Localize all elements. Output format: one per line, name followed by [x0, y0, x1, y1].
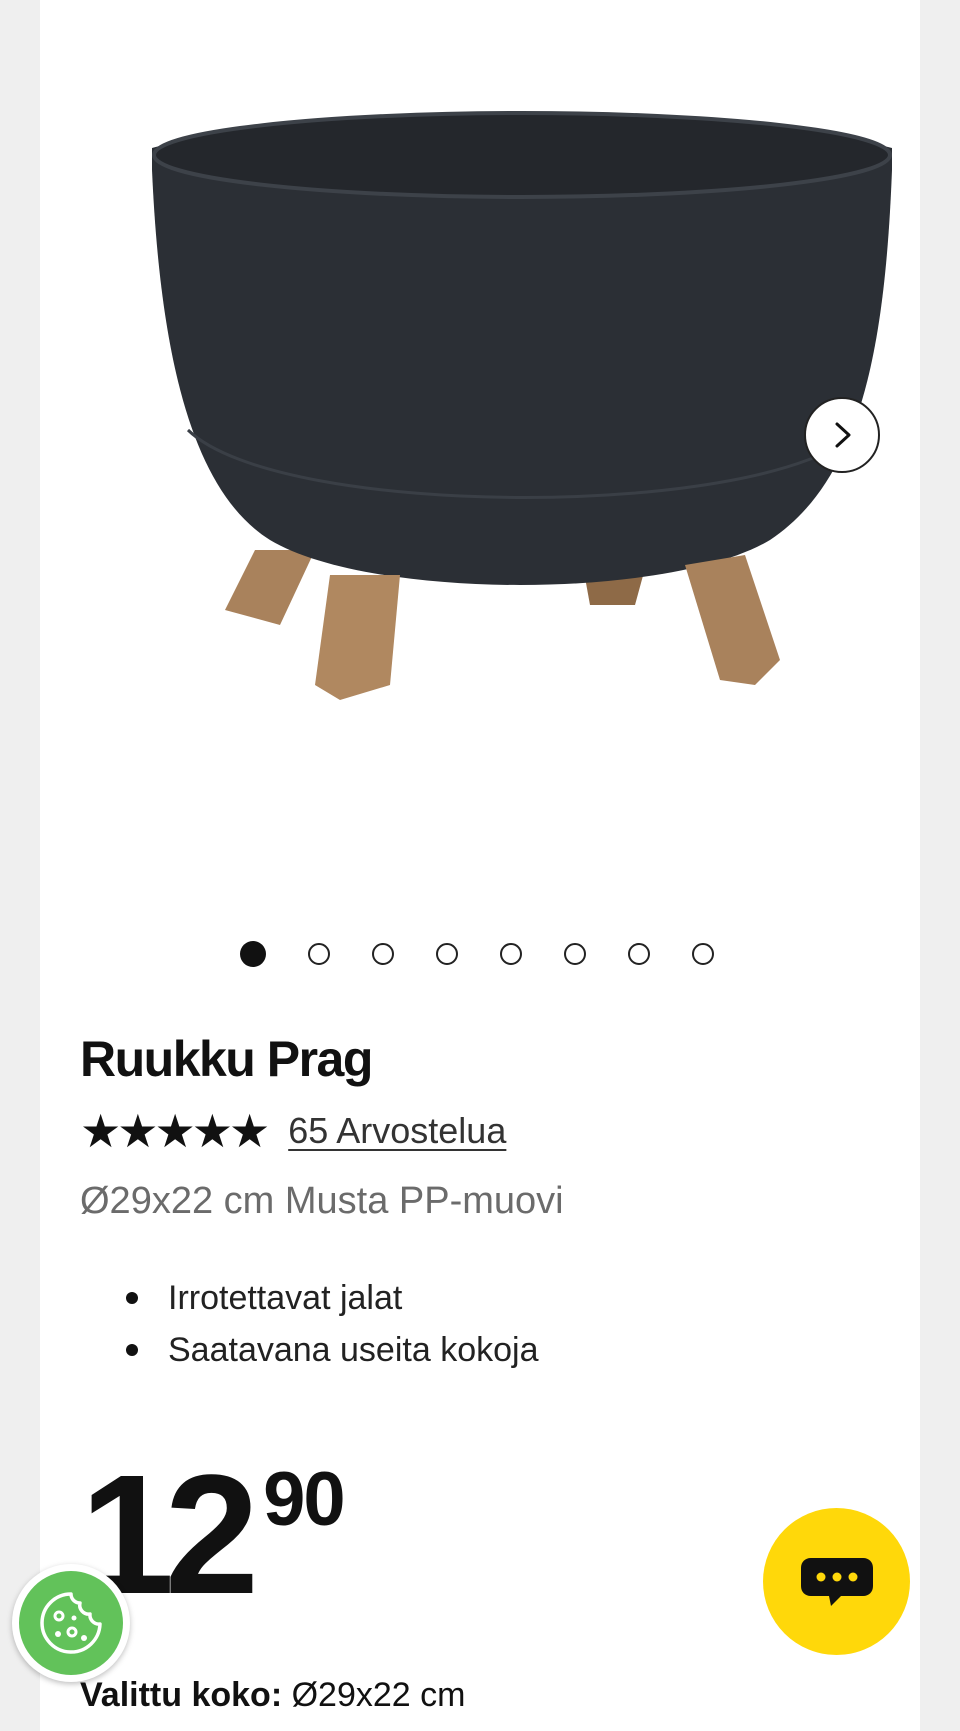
chat-bubble-icon: [800, 1557, 873, 1606]
cookie-settings-button[interactable]: [12, 1564, 130, 1682]
selected-size: Valittu koko: Ø29x22 cm: [80, 1676, 465, 1715]
chevron-right-icon: [835, 422, 851, 448]
gallery-dot[interactable]: [628, 943, 650, 965]
gallery-dot[interactable]: [436, 943, 458, 965]
product-page: Ruukku Prag ★★★★★ 65 Arvostelua Ø29x22 c…: [40, 0, 920, 1731]
gallery-dot[interactable]: [372, 943, 394, 965]
product-subtitle: Ø29x22 cm Musta PP-muovi: [80, 1180, 564, 1222]
feature-list: Irrotettavat jalat Saatavana useita koko…: [80, 1272, 538, 1376]
bullet-icon: [126, 1292, 138, 1304]
feature-item: Irrotettavat jalat: [80, 1272, 538, 1324]
product-gallery[interactable]: [40, 0, 920, 900]
gallery-dot[interactable]: [500, 943, 522, 965]
product-title: Ruukku Prag: [80, 1031, 373, 1087]
bullet-icon: [126, 1344, 138, 1356]
cookie-badge: [19, 1571, 123, 1675]
gallery-next-button[interactable]: [804, 397, 880, 473]
gallery-pagination: [240, 940, 756, 968]
product-rating: ★★★★★ 65 Arvostelua: [80, 1103, 506, 1159]
feature-item: Saatavana useita kokoja: [80, 1324, 538, 1376]
gallery-dot[interactable]: [240, 941, 266, 967]
gallery-dot[interactable]: [564, 943, 586, 965]
feature-text: Irrotettavat jalat: [168, 1279, 403, 1317]
gallery-dot[interactable]: [692, 943, 714, 965]
product-image: [152, 111, 892, 700]
cookie-icon: [40, 1592, 102, 1654]
selected-size-value: Ø29x22 cm: [291, 1676, 466, 1714]
gallery-dot[interactable]: [308, 943, 330, 965]
reviews-link[interactable]: 65 Arvostelua: [288, 1110, 506, 1152]
rating-stars: ★★★★★: [80, 1105, 270, 1157]
selected-size-label: Valittu koko:: [80, 1676, 283, 1714]
price-cents: 90: [263, 1457, 346, 1542]
chat-button[interactable]: [763, 1508, 910, 1655]
feature-text: Saatavana useita kokoja: [168, 1331, 539, 1369]
